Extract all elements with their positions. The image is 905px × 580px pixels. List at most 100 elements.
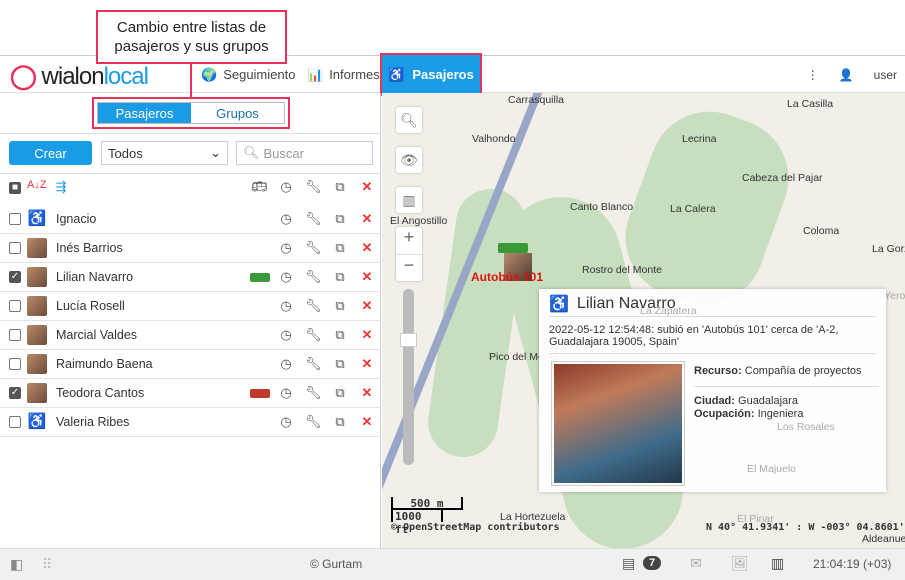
grid-icon[interactable]: ⠿ (42, 556, 52, 573)
passenger-row[interactable]: ♿ Ignacio ◷ 🔧︎ ⧉ ✕ (0, 205, 381, 234)
row-checkbox[interactable] (9, 300, 21, 312)
tab-pasajeros[interactable]: Pasajeros (98, 103, 191, 123)
notifications-icon[interactable]: ▤ (622, 555, 635, 572)
clock-icon[interactable]: ◷ (278, 211, 294, 227)
wrench-icon[interactable]: 🔧︎ (305, 298, 322, 314)
row-checkbox[interactable]: ✓ (9, 271, 21, 283)
group-toggle-icon[interactable]: ⇶ (53, 179, 69, 195)
tab-grupos[interactable]: Grupos (191, 103, 284, 123)
avatar (27, 354, 47, 374)
bus-icon[interactable]: 🚌︎ (251, 179, 268, 195)
row-checkbox[interactable] (9, 416, 21, 428)
more-menu-icon[interactable]: ⋮ (807, 68, 819, 82)
map-visibility-button[interactable]: 👁 (396, 147, 422, 173)
copy-icon[interactable]: ⧉ (332, 327, 348, 343)
wialon-logo[interactable]: ◯ wialonlocal (10, 62, 149, 91)
delete-icon[interactable]: ✕ (359, 356, 375, 372)
passenger-name: Valeria Ribes (56, 415, 130, 429)
clock-icon[interactable]: ◷ (278, 385, 294, 401)
passenger-row[interactable]: Inés Barrios ◷ 🔧︎ ⧉ ✕ (0, 234, 381, 263)
globe-icon: 🌍 (201, 66, 218, 82)
delete-icon[interactable]: ✕ (359, 298, 375, 314)
map-label: Canto Blanco (570, 201, 634, 213)
filter-select[interactable]: Todos ⌄ (101, 141, 228, 165)
delete-icon[interactable]: ✕ (359, 327, 375, 343)
clock-icon[interactable]: ◷ (278, 356, 294, 372)
delete-icon[interactable]: ✕ (359, 240, 375, 256)
notifications-count[interactable]: 7 (643, 556, 662, 570)
wrench-icon[interactable]: 🔧︎ (305, 414, 322, 430)
map[interactable]: Carrasquilla La Casilla Valhondo Lecrina… (382, 93, 905, 548)
passenger-row[interactable]: ✓ Lilian Navarro ◷ 🔧︎ ⧉ ✕ (0, 263, 381, 292)
copy-icon[interactable]: ⧉ (332, 269, 348, 285)
clock-icon[interactable]: ◷ (278, 298, 294, 314)
delete-icon[interactable]: ✕ (359, 211, 375, 227)
delete-icon[interactable]: ✕ (359, 179, 375, 195)
wrench-icon[interactable]: 🔧︎ (305, 211, 322, 227)
wrench-icon[interactable]: 🔧︎ (305, 240, 322, 256)
copy-icon[interactable]: ⧉ (332, 298, 348, 314)
clock-icon[interactable]: ◷ (278, 240, 294, 256)
passenger-row[interactable]: ✓ Teodora Cantos ◷ 🔧︎ ⧉ ✕ (0, 379, 381, 408)
copy-icon[interactable]: ⧉ (332, 414, 348, 430)
clock-icon[interactable]: ◷ (278, 327, 294, 343)
chevron-down-icon: ⌄ (210, 145, 221, 160)
zoom-out-button[interactable]: − (396, 254, 422, 281)
sort-az-icon[interactable]: A↓Z (27, 179, 47, 191)
image-icon[interactable]: 🖼︎ (731, 555, 749, 572)
bus-icon (250, 272, 270, 282)
row-checkbox[interactable] (9, 213, 21, 225)
clock-icon[interactable]: ◷ (278, 414, 294, 430)
map-label: Lecrina (682, 133, 717, 145)
create-button[interactable]: Crear (9, 141, 92, 165)
clock-icon[interactable]: ◷ (278, 179, 294, 195)
messages-icon[interactable]: ✉ (690, 555, 702, 572)
copy-icon[interactable]: ⧉ (332, 179, 348, 195)
passenger-row[interactable]: ♿ Valeria Ribes ◷ 🔧︎ ⧉ ✕ (0, 408, 381, 437)
map-search-button[interactable]: 🔍︎ (396, 107, 422, 133)
wrench-icon[interactable]: 🔧︎ (305, 179, 322, 195)
wrench-icon[interactable]: 🔧︎ (305, 356, 322, 372)
layout-icon[interactable]: ▥ (771, 555, 784, 572)
popup-resource: Compañía de proyectos (744, 365, 862, 377)
row-checkbox[interactable] (9, 358, 21, 370)
zoom-slider[interactable] (400, 289, 417, 465)
wrench-icon[interactable]: 🔧︎ (305, 269, 322, 285)
delete-icon[interactable]: ✕ (359, 269, 375, 285)
popup-city: Guadalajara (738, 395, 798, 407)
copy-icon[interactable]: ⧉ (332, 211, 348, 227)
user-icon[interactable]: 👤 (839, 68, 854, 82)
map-layers-button[interactable]: ▥ (396, 187, 422, 213)
panel-toggle-icon[interactable]: ◧ (10, 556, 23, 573)
nav-pasajeros[interactable]: ♿ Pasajeros (380, 53, 482, 96)
passenger-row[interactable]: Lucía Rosell ◷ 🔧︎ ⧉ ✕ (0, 292, 381, 321)
copy-icon[interactable]: ⧉ (332, 240, 348, 256)
avatar (27, 238, 47, 258)
list-switch-highlight: Pasajeros Grupos (92, 97, 290, 129)
user-name[interactable]: user (874, 68, 897, 82)
select-all-checkbox[interactable]: ■ (9, 182, 21, 194)
wrench-icon[interactable]: 🔧︎ (305, 327, 322, 343)
row-checkbox[interactable]: ✓ (9, 387, 21, 399)
passenger-popup: ♿ Lilian Navarro 2022-05-12 12:54:48: sub… (539, 289, 886, 492)
search-input[interactable]: 🔍︎ Buscar (236, 141, 373, 165)
row-checkbox[interactable] (9, 329, 21, 341)
zoom-in-button[interactable]: + (396, 227, 422, 254)
passenger-row[interactable]: Marcial Valdes ◷ 🔧︎ ⧉ ✕ (0, 321, 381, 350)
clock-icon[interactable]: ◷ (278, 269, 294, 285)
map-attribution[interactable]: © OpenStreetMap contributors (391, 522, 560, 533)
passenger-row[interactable]: Raimundo Baena ◷ 🔧︎ ⧉ ✕ (0, 350, 381, 379)
copy-icon[interactable]: ⧉ (332, 385, 348, 401)
passenger-seat-icon: ♿ (27, 413, 47, 430)
wrench-icon[interactable]: 🔧︎ (305, 385, 322, 401)
row-checkbox[interactable] (9, 242, 21, 254)
nav-informes[interactable]: 📊 Informes (307, 56, 380, 93)
copy-icon[interactable]: ⧉ (332, 356, 348, 372)
unit-bus-icon[interactable] (498, 243, 528, 253)
zoom-slider-handle[interactable] (400, 333, 417, 347)
avatar (27, 267, 47, 287)
list-switch: Pasajeros Grupos (97, 102, 285, 124)
logo-text-local: local (103, 63, 149, 90)
delete-icon[interactable]: ✕ (359, 385, 375, 401)
delete-icon[interactable]: ✕ (359, 414, 375, 430)
